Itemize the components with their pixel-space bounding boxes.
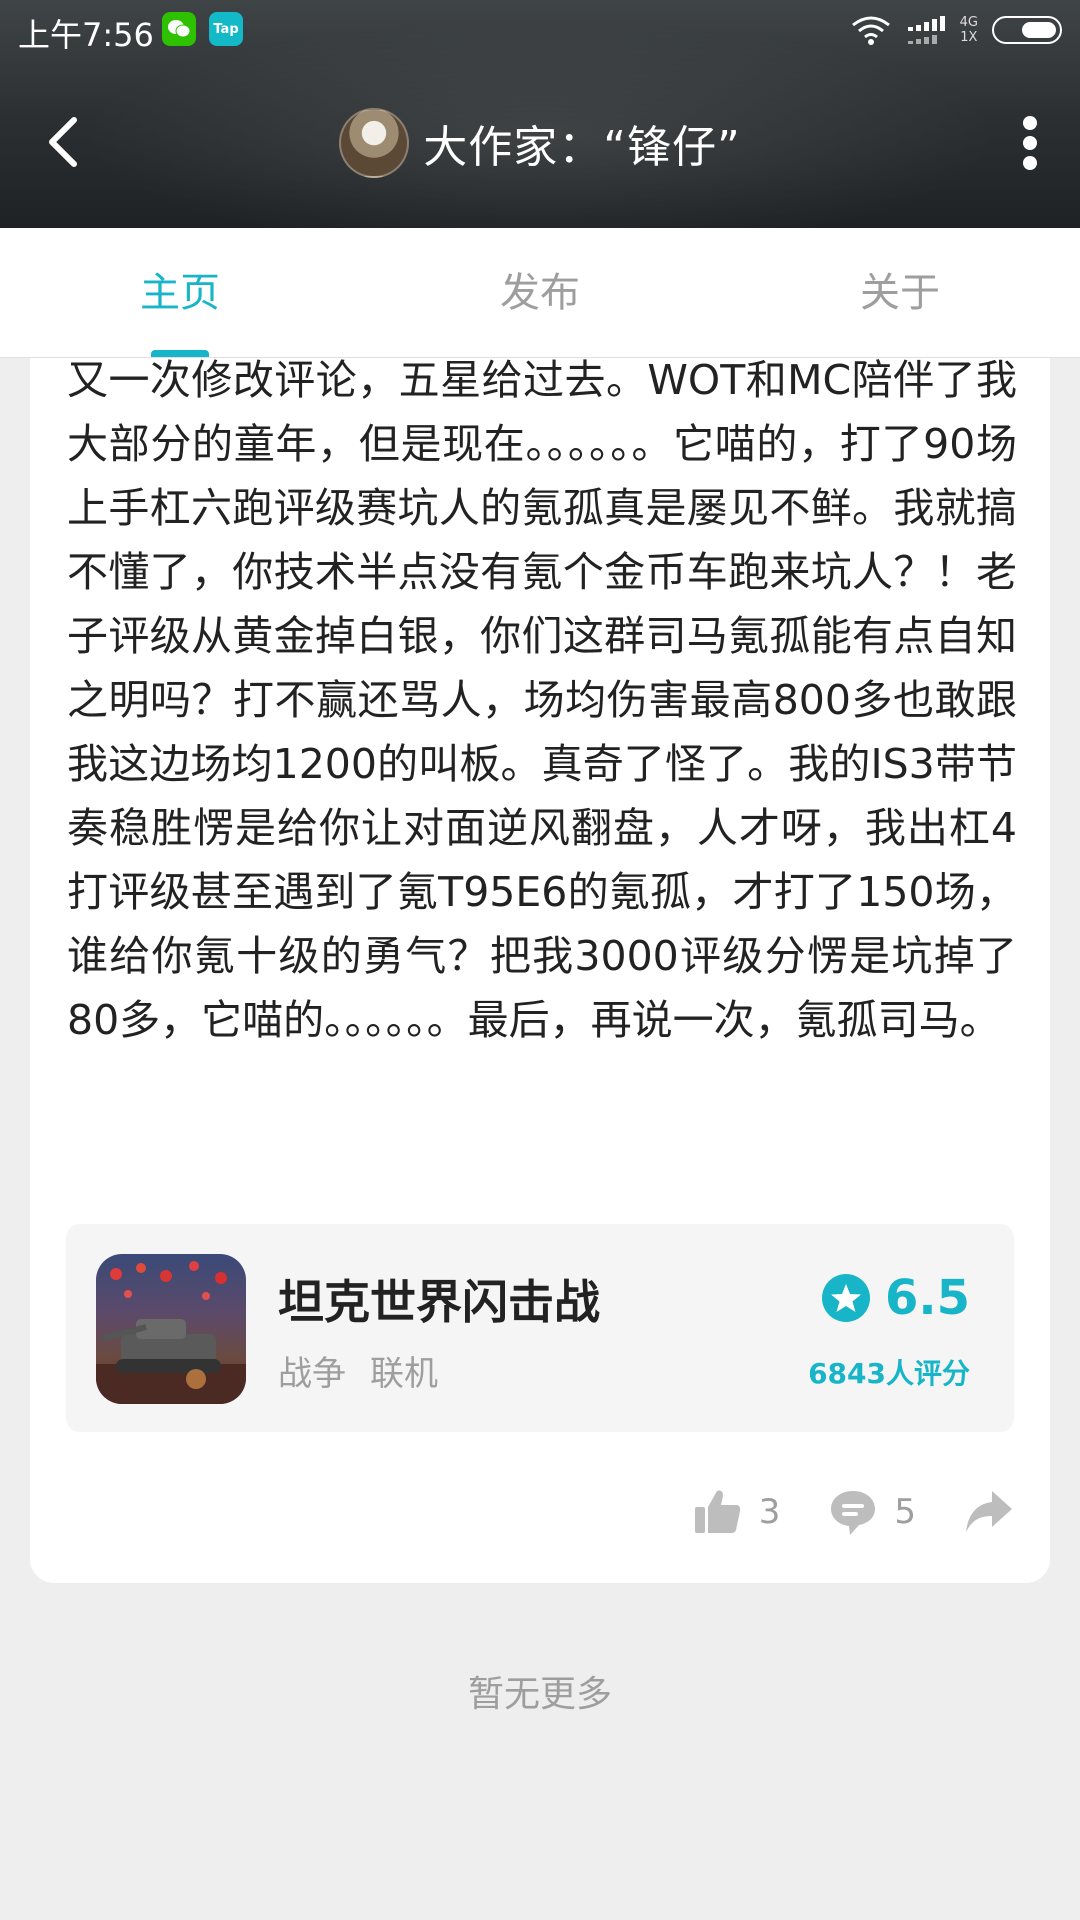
tab-posts[interactable]: 发布 xyxy=(360,228,720,357)
review-actions: 3 5 xyxy=(645,1482,1014,1542)
title-group: 大作家：“锋仔” xyxy=(0,108,1080,178)
wifi-icon xyxy=(851,16,890,45)
status-bar: 上午7:56 Tap 4G 1X xyxy=(0,0,1080,60)
more-vertical-icon[interactable] xyxy=(1020,116,1040,170)
review-card: 又一次修改评论，五星给过去。WOT和MC陪伴了我大部分的童年，但是现在。。。。。… xyxy=(30,300,1050,1583)
game-name: 坦克世界闪击战 xyxy=(278,1275,600,1329)
network-type: 4G 1X xyxy=(960,15,978,45)
battery-icon xyxy=(992,16,1062,44)
avatar[interactable] xyxy=(339,108,410,178)
thumbs-up-icon xyxy=(694,1490,740,1533)
game-card[interactable]: 坦克世界闪击战 战争 联机 6.5 6843人评分 xyxy=(66,1224,1014,1432)
status-indicators: 4G 1X xyxy=(850,12,1062,48)
star-icon xyxy=(821,1274,870,1322)
game-tags: 战争 联机 xyxy=(278,1346,438,1395)
comment-icon xyxy=(831,1491,876,1535)
share-icon xyxy=(966,1491,1012,1532)
like-count: 3 xyxy=(758,1492,781,1532)
network-top: 4G xyxy=(959,15,978,30)
comment-count: 5 xyxy=(894,1492,916,1532)
no-more-text: 暂无更多 xyxy=(467,1674,612,1715)
game-tag[interactable]: 联机 xyxy=(370,1346,438,1395)
game-icon xyxy=(96,1254,246,1404)
comment-button[interactable]: 5 xyxy=(828,1487,916,1537)
review-text: 又一次修改评论，五星给过去。WOT和MC陪伴了我大部分的童年，但是现在。。。。。… xyxy=(67,356,1017,1044)
header-bar: 上午7:56 Tap 4G 1X 大作家：“锋仔” xyxy=(0,0,1080,228)
wechat-icon xyxy=(162,12,196,46)
rating: 6.5 xyxy=(821,1270,970,1326)
rating-count: 6843人评分 xyxy=(808,1357,970,1390)
signal-icon xyxy=(907,16,945,44)
like-button[interactable]: 3 xyxy=(693,1487,781,1537)
page-title: 大作家：“锋仔” xyxy=(423,122,741,173)
rating-score: 6.5 xyxy=(884,1270,970,1326)
nav-bar: 大作家：“锋仔” xyxy=(0,90,1080,200)
tap-icon: Tap xyxy=(209,12,243,46)
share-button[interactable] xyxy=(964,1487,1014,1537)
network-bottom: 1X xyxy=(960,30,978,45)
tab-home[interactable]: 主页 xyxy=(0,228,360,357)
game-tag[interactable]: 战争 xyxy=(278,1346,346,1395)
status-time: 上午7:56 xyxy=(18,16,154,54)
tab-bar: 主页 发布 关于 xyxy=(0,228,1080,358)
tab-about[interactable]: 关于 xyxy=(720,228,1080,357)
